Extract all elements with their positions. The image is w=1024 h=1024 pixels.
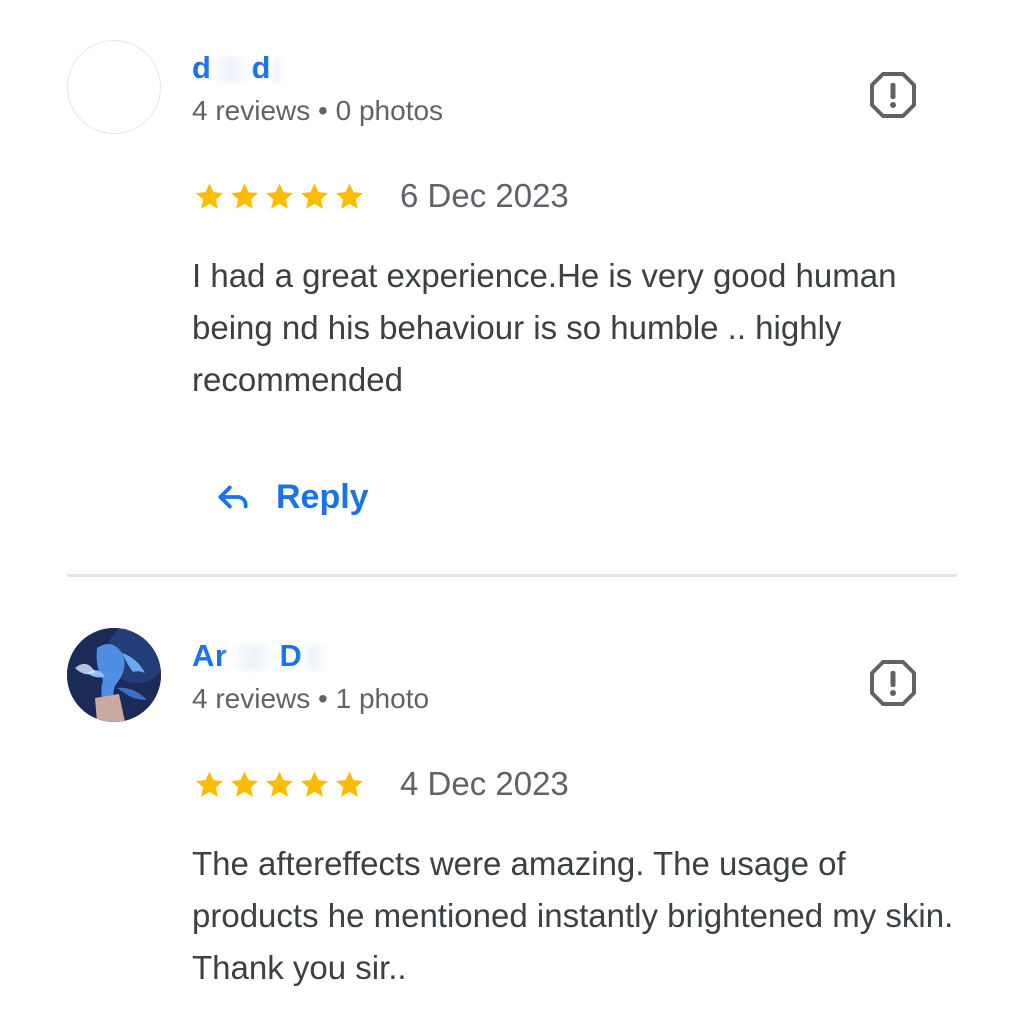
author-name-mid: d bbox=[251, 50, 271, 85]
author-name[interactable]: dd bbox=[192, 50, 283, 86]
reply-button[interactable]: Reply bbox=[214, 470, 369, 524]
author-meta: 4 reviews • 0 photos bbox=[192, 95, 444, 126]
review-date: 4 Dec 2023 bbox=[400, 765, 569, 802]
author-name[interactable]: Ar D bbox=[192, 638, 327, 674]
dragon-avatar-image bbox=[67, 628, 161, 722]
redacted-text bbox=[302, 644, 327, 671]
star-icon bbox=[336, 770, 363, 797]
avatar[interactable] bbox=[67, 40, 161, 134]
reply-arrow-icon bbox=[218, 485, 248, 509]
star-icon bbox=[266, 770, 293, 797]
avatar[interactable] bbox=[67, 628, 161, 722]
reply-label: Reply bbox=[276, 477, 369, 516]
redacted-text bbox=[227, 644, 280, 671]
star-icon bbox=[266, 182, 293, 209]
author-name-start: Ar bbox=[192, 638, 228, 673]
star-icon bbox=[301, 182, 328, 209]
rating-row: 6 Dec 2023 bbox=[193, 176, 569, 216]
author-name-start: d bbox=[192, 50, 212, 85]
author-name-mid: D bbox=[279, 638, 303, 673]
author-meta: 4 reviews • 1 photo bbox=[192, 683, 430, 714]
review-text: I had a great experience.He is very good… bbox=[192, 257, 897, 398]
star-icon bbox=[231, 770, 258, 797]
report-flag-icon[interactable] bbox=[868, 658, 918, 708]
star-icon bbox=[196, 770, 223, 797]
rating-row: 4 Dec 2023 bbox=[193, 764, 569, 804]
star-rating bbox=[193, 768, 366, 801]
report-flag-icon[interactable] bbox=[868, 70, 918, 120]
redacted-text bbox=[270, 56, 283, 83]
star-rating bbox=[193, 180, 366, 213]
star-icon bbox=[196, 182, 223, 209]
star-icon bbox=[301, 770, 328, 797]
divider bbox=[67, 574, 957, 577]
star-icon bbox=[336, 182, 363, 209]
star-icon bbox=[231, 182, 258, 209]
review-date: 6 Dec 2023 bbox=[400, 177, 569, 214]
redacted-text bbox=[211, 56, 252, 83]
review-text: The aftereffects were amazing. The usage… bbox=[192, 845, 954, 986]
